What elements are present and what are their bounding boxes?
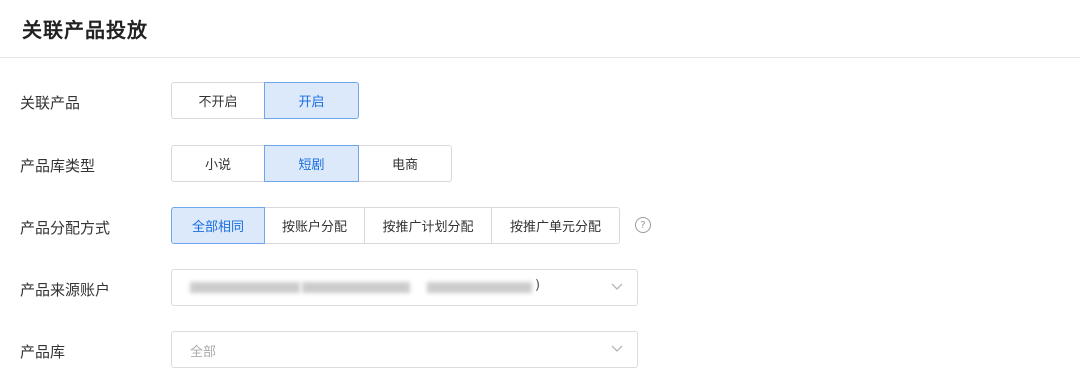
- row-allocation: 产品分配方式 全部相同 按账户分配 按推广计划分配 按推广单元分配 ?: [0, 207, 1080, 247]
- link-product-toggle: 不开启 开启: [171, 82, 359, 119]
- option-ecommerce[interactable]: 电商: [358, 145, 452, 182]
- section-header: 关联产品投放: [0, 0, 1080, 58]
- library-type-label: 产品库类型: [20, 157, 96, 175]
- option-short-drama[interactable]: 短剧: [264, 145, 359, 182]
- row-link-product: 关联产品 不开启 开启: [0, 82, 1080, 122]
- chevron-down-icon: [611, 283, 623, 290]
- option-all-same[interactable]: 全部相同: [171, 207, 265, 244]
- library-type-toggle: 小说 短剧 电商: [171, 145, 452, 182]
- redacted-text: [302, 282, 410, 293]
- redacted-text: [427, 282, 532, 293]
- option-disable[interactable]: 不开启: [171, 82, 265, 119]
- question-circle-icon[interactable]: ?: [635, 217, 651, 233]
- allocation-label: 产品分配方式: [20, 219, 111, 237]
- option-by-campaign[interactable]: 按推广计划分配: [364, 207, 492, 244]
- option-by-account[interactable]: 按账户分配: [264, 207, 365, 244]
- row-library-type: 产品库类型 小说 短剧 电商: [0, 145, 1080, 185]
- option-novel[interactable]: 小说: [171, 145, 265, 182]
- source-account-label: 产品来源账户: [20, 281, 111, 299]
- source-account-value-suffix: ): [535, 278, 541, 293]
- link-product-label: 关联产品: [20, 94, 81, 112]
- library-select[interactable]: 全部: [171, 331, 638, 368]
- option-enable[interactable]: 开启: [264, 82, 359, 119]
- row-library: 产品库 全部: [0, 331, 1080, 371]
- library-value: 全部: [190, 345, 217, 360]
- library-label: 产品库: [20, 343, 66, 361]
- option-by-unit[interactable]: 按推广单元分配: [491, 207, 620, 244]
- chevron-down-icon: [611, 345, 623, 352]
- page-title: 关联产品投放: [22, 18, 148, 42]
- source-account-select[interactable]: ): [171, 269, 638, 306]
- redacted-text: [190, 282, 300, 293]
- allocation-toggle: 全部相同 按账户分配 按推广计划分配 按推广单元分配: [171, 207, 620, 244]
- row-source-account: 产品来源账户 ): [0, 269, 1080, 309]
